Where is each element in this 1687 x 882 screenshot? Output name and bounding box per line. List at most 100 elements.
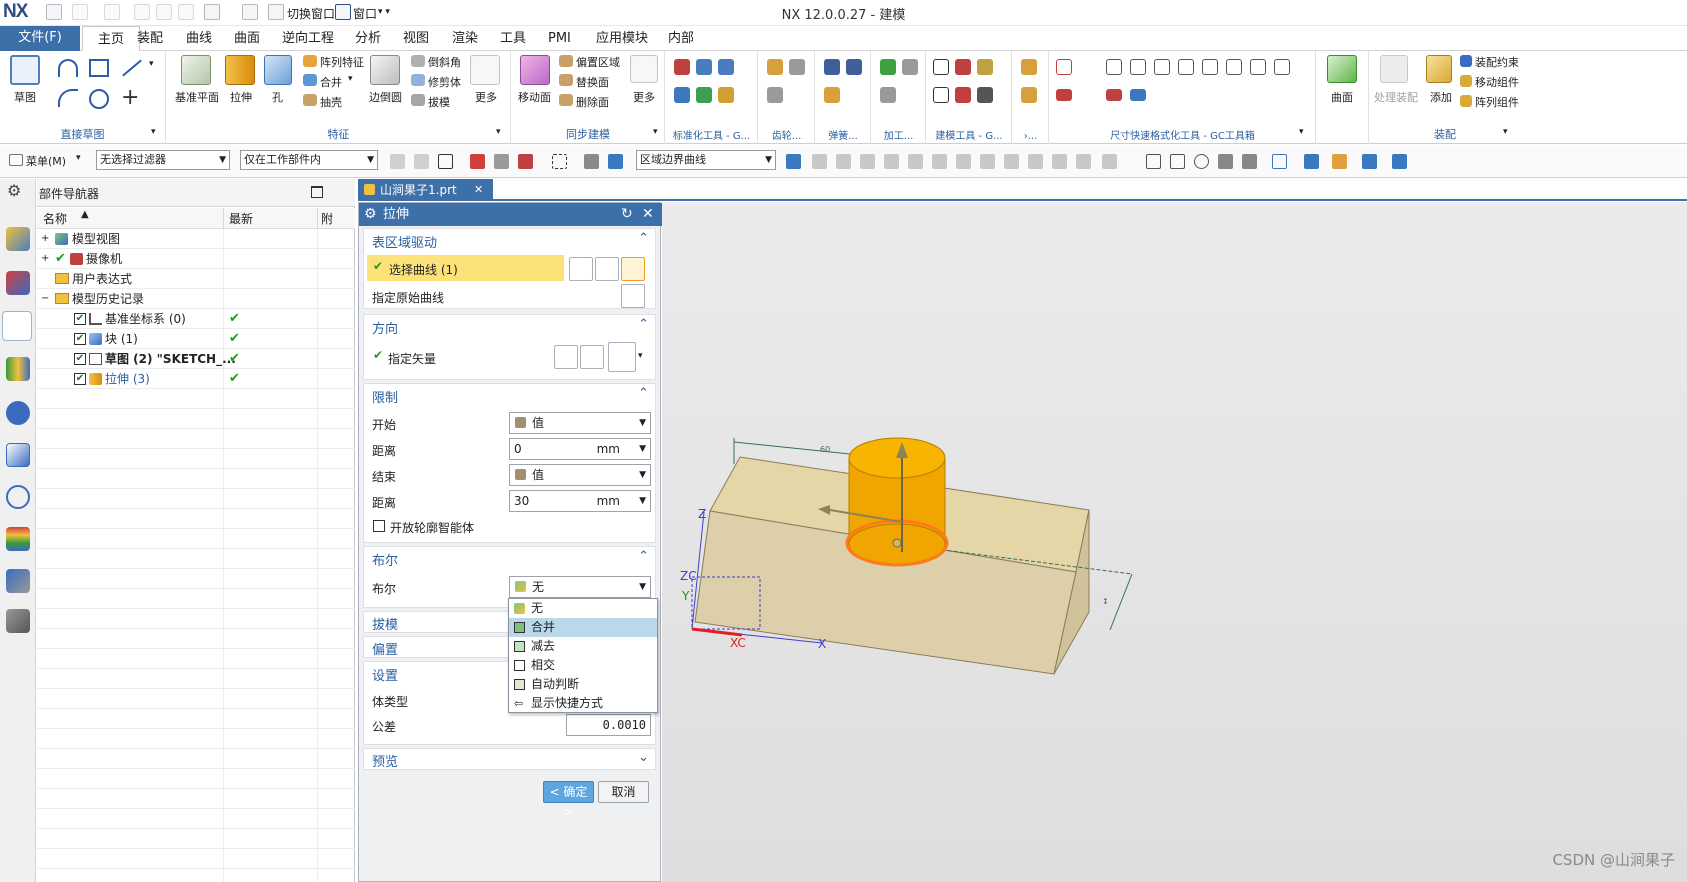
sketch-button[interactable]: 草图	[14, 89, 36, 105]
collapse-icon[interactable]: −	[41, 289, 49, 309]
offset-region-icon[interactable]	[559, 55, 573, 67]
extra-tool-icon-2[interactable]	[1021, 87, 1037, 103]
build-tool-icon-6[interactable]	[977, 87, 993, 103]
tab-application[interactable]: 应用模块	[596, 26, 648, 51]
snap-point-icon-12[interactable]	[1076, 154, 1091, 169]
box-select-icon[interactable]	[552, 154, 567, 169]
expand-icon[interactable]: +	[41, 249, 49, 269]
edge-blend-icon[interactable]	[370, 55, 400, 85]
extra-tool-icon[interactable]	[1021, 59, 1037, 75]
tab-reverse-engineering[interactable]: 逆向工程	[282, 26, 334, 51]
chevron-up-icon[interactable]: ⌃	[638, 386, 649, 401]
sketch-section-icon[interactable]	[569, 257, 593, 281]
group-label-machining[interactable]: 加工...	[872, 127, 925, 142]
snap-point-icon-8[interactable]	[980, 154, 995, 169]
document-tab[interactable]: 山涧果子1.prt ✕	[358, 179, 493, 201]
ok-button[interactable]: < 确定 >	[543, 781, 594, 819]
gear-tool-icon-2[interactable]	[789, 59, 805, 75]
tab-pmi[interactable]: PMI	[548, 26, 571, 51]
boolean-option-show-shortcuts[interactable]: ⇦ 显示快捷方式	[509, 694, 657, 713]
unite-button[interactable]: 合并	[320, 74, 342, 90]
tree-row-model-views[interactable]: + 模型视图	[37, 229, 355, 249]
line-icon[interactable]	[122, 59, 142, 77]
std-tool-icon-4[interactable]	[674, 87, 690, 103]
dim-tool-icon-11[interactable]	[1056, 89, 1072, 101]
boolean-option-unite[interactable]: 合并	[509, 618, 657, 637]
snap-point-icon-13[interactable]	[1102, 154, 1117, 169]
fit-view-icon[interactable]	[1146, 154, 1161, 169]
edge-blend-button[interactable]: 边倒圆	[369, 89, 402, 105]
tab-surface[interactable]: 曲面	[234, 26, 260, 51]
snap-arrow-icon[interactable]	[786, 154, 801, 169]
snap-icon-2[interactable]	[414, 154, 429, 169]
unite-icon[interactable]	[303, 74, 317, 86]
tree-row-datum-csys[interactable]: ✔ 基准坐标系 (0) ✔	[37, 309, 355, 329]
circle-icon[interactable]	[89, 89, 109, 109]
tree-row-model-history[interactable]: − 模型历史记录	[37, 289, 355, 309]
end-type-select[interactable]: 值 ▼	[509, 464, 651, 486]
offset-region-button[interactable]: 偏置区域	[576, 54, 620, 70]
select-icon-3[interactable]	[494, 154, 509, 169]
visibility-checkbox[interactable]: ✔	[74, 313, 86, 325]
layout-icon[interactable]	[1272, 154, 1287, 169]
tree-row-sketch[interactable]: ✔ 草图 (2) "SKETCH_... ✔	[37, 349, 355, 369]
shell-button[interactable]: 抽壳	[320, 94, 342, 110]
group-dropdown-icon[interactable]: ▾	[151, 127, 156, 137]
boolean-option-inferred[interactable]: 自动判断	[509, 675, 657, 694]
sync-more-button[interactable]: 更多	[633, 89, 655, 105]
graphics-window[interactable]: 60 ↕ XC X Z ZC Y CSDN @山涧果子	[662, 202, 1687, 882]
expand-icon[interactable]: +	[41, 229, 49, 249]
assembly-constraint-button[interactable]: 装配约束	[1475, 54, 1519, 70]
select-icon-6[interactable]	[608, 154, 623, 169]
rectangle-icon[interactable]	[89, 59, 109, 77]
maximize-icon[interactable]	[311, 186, 323, 198]
section-header-settings[interactable]: 设置	[372, 665, 398, 684]
chevron-up-icon[interactable]: ⌃	[638, 231, 649, 246]
build-tool-icon-5[interactable]	[955, 87, 971, 103]
assembly-navigator-icon[interactable]	[6, 227, 30, 251]
history-icon[interactable]	[6, 485, 30, 509]
render-style-icon-2[interactable]	[1332, 154, 1347, 169]
move-component-button[interactable]: 移动组件	[1475, 74, 1519, 90]
dim-tool-icon-3[interactable]	[1106, 59, 1122, 75]
select-icon-4[interactable]	[518, 154, 533, 169]
column-divider[interactable]	[317, 208, 318, 229]
section-header-preview[interactable]: 预览	[372, 751, 398, 770]
surface-button[interactable]: 曲面	[1331, 89, 1353, 105]
tab-assembly[interactable]: 装配	[137, 26, 163, 51]
vector-dialog-icon[interactable]	[554, 345, 578, 369]
snap-point-icon-3[interactable]	[860, 154, 875, 169]
selection-scope-select[interactable]: 仅在工作部件内 ▼	[240, 150, 378, 170]
snap-point-icon[interactable]	[812, 154, 827, 169]
snap-point-icon-2[interactable]	[836, 154, 851, 169]
section-header-boolean[interactable]: 布尔	[372, 550, 398, 569]
rotate-view-icon[interactable]	[1194, 154, 1209, 169]
section-header-draft[interactable]: 拔模	[372, 614, 398, 633]
dim-tool-icon-2[interactable]	[1084, 61, 1096, 73]
profile-icon[interactable]	[58, 59, 78, 77]
tolerance-input[interactable]: 0.0010	[566, 714, 651, 736]
model-view-canvas[interactable]: 60 ↕ XC X Z ZC Y	[662, 202, 1687, 882]
dim-tool-icon[interactable]	[1056, 59, 1072, 75]
move-component-icon[interactable]	[1460, 75, 1472, 87]
snap-point-icon-10[interactable]	[1028, 154, 1043, 169]
visibility-checkbox[interactable]: ✔	[74, 333, 86, 345]
open-profile-checkbox[interactable]	[373, 520, 385, 532]
snap-point-icon-7[interactable]	[956, 154, 971, 169]
machining-tool-icon[interactable]	[880, 59, 896, 75]
spring-tool-icon[interactable]	[824, 59, 840, 75]
section-header-direction[interactable]: 方向	[372, 318, 398, 337]
tab-view[interactable]: 视图	[403, 26, 429, 51]
render-style-icon[interactable]	[1304, 154, 1319, 169]
visibility-checkbox[interactable]: ✔	[74, 373, 86, 385]
sync-more-icon[interactable]	[630, 55, 658, 83]
chevron-down-icon[interactable]: ▼	[639, 439, 646, 459]
pattern-component-button[interactable]: 阵列组件	[1475, 94, 1519, 110]
tree-row-block[interactable]: ✔ 块 (1) ✔	[37, 329, 355, 349]
dim-tool-icon-13[interactable]	[1130, 89, 1146, 101]
tab-internal[interactable]: 内部	[668, 26, 694, 51]
tab-analysis[interactable]: 分析	[355, 26, 381, 51]
group-label-more[interactable]: ›...	[1013, 131, 1048, 142]
add-component-button[interactable]: 添加	[1430, 89, 1452, 105]
build-tool-icon-4[interactable]	[933, 87, 949, 103]
